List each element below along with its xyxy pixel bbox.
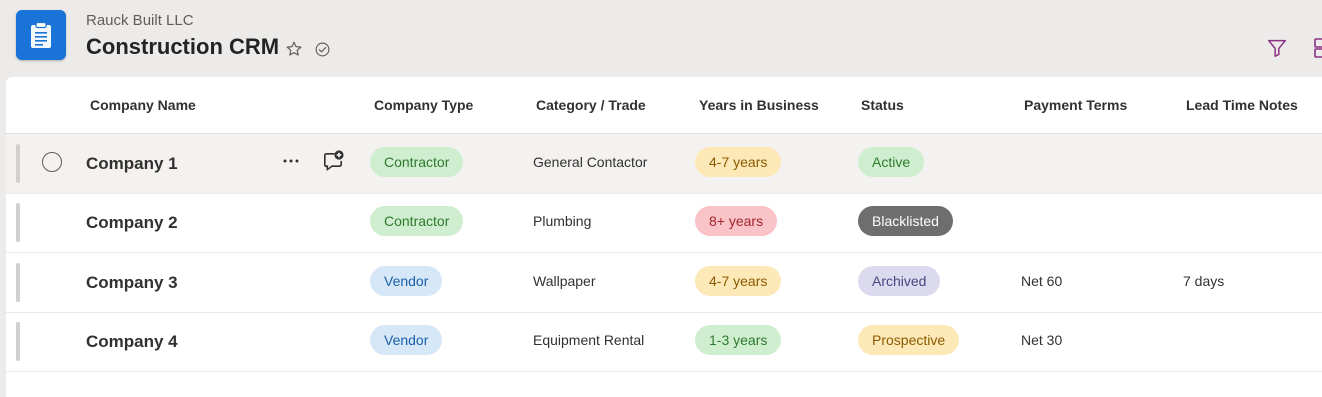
- row-grip: [16, 322, 20, 361]
- list-header: Rauck Built LLC Construction CRM: [0, 0, 1322, 77]
- years-pill: 1-3 years: [695, 325, 782, 355]
- table-row[interactable]: Company 3 Vendor Wallpaper 4-7 years Arc…: [6, 253, 1322, 313]
- star-icon[interactable]: [285, 40, 303, 63]
- status-badge: Archived: [858, 266, 941, 296]
- check-circle-icon[interactable]: [314, 41, 331, 63]
- table-row[interactable]: Company 2 Contractor Plumbing 8+ years B…: [6, 193, 1322, 253]
- list-view: Company Name Company Type Category / Tra…: [6, 77, 1322, 397]
- company-type-pill: Vendor: [370, 325, 443, 355]
- company-type-pill: Contractor: [370, 206, 464, 236]
- status-badge: Blacklisted: [858, 206, 953, 236]
- page-title: Construction CRM: [86, 34, 280, 59]
- filter-icon[interactable]: [1266, 37, 1288, 64]
- view-options-icon[interactable]: [1314, 37, 1322, 64]
- company-name[interactable]: Company 2: [86, 213, 178, 233]
- category-cell: Equipment Rental: [533, 332, 645, 348]
- table-row[interactable]: Company 4 Vendor Equipment Rental 1-3 ye…: [6, 312, 1322, 372]
- column-header-company-type[interactable]: Company Type: [374, 97, 473, 113]
- add-comment-icon[interactable]: [321, 150, 345, 177]
- row-grip: [16, 263, 20, 302]
- column-header-lead-time-notes[interactable]: Lead Time Notes: [1186, 97, 1298, 113]
- years-pill: 4-7 years: [695, 266, 782, 296]
- company-name[interactable]: Company 3: [86, 273, 178, 293]
- table-row[interactable]: Company 1 Contractor General Contactor 4…: [6, 134, 1322, 194]
- company-name[interactable]: Company 4: [86, 332, 178, 352]
- category-cell: Wallpaper: [533, 273, 596, 289]
- company-type-pill: Vendor: [370, 266, 443, 296]
- column-header-company-name[interactable]: Company Name: [90, 97, 196, 113]
- column-header-status[interactable]: Status: [861, 97, 904, 113]
- years-pill: 4-7 years: [695, 147, 782, 177]
- clipboard-list-icon[interactable]: [16, 10, 66, 60]
- category-cell: General Contactor: [533, 154, 648, 170]
- column-header-years-in-business[interactable]: Years in Business: [699, 97, 819, 113]
- column-header-category-trade[interactable]: Category / Trade: [536, 97, 646, 113]
- column-header-row: Company Name Company Type Category / Tra…: [6, 77, 1322, 134]
- payment-terms-cell: Net 30: [1021, 332, 1063, 348]
- category-cell: Plumbing: [533, 213, 592, 229]
- column-header-payment-terms[interactable]: Payment Terms: [1024, 97, 1127, 113]
- company-name[interactable]: Company 1: [86, 154, 178, 174]
- status-badge: Prospective: [858, 325, 960, 355]
- row-grip: [16, 203, 20, 242]
- lead-time-cell: 7 days: [1183, 273, 1225, 289]
- years-pill: 8+ years: [695, 206, 778, 236]
- org-name[interactable]: Rauck Built LLC: [86, 12, 194, 29]
- more-actions-icon[interactable]: [282, 152, 300, 175]
- status-badge: Active: [858, 147, 925, 177]
- row-select-checkbox[interactable]: [42, 152, 62, 172]
- company-type-pill: Contractor: [370, 147, 464, 177]
- row-grip: [16, 144, 20, 183]
- payment-terms-cell: Net 60: [1021, 273, 1063, 289]
